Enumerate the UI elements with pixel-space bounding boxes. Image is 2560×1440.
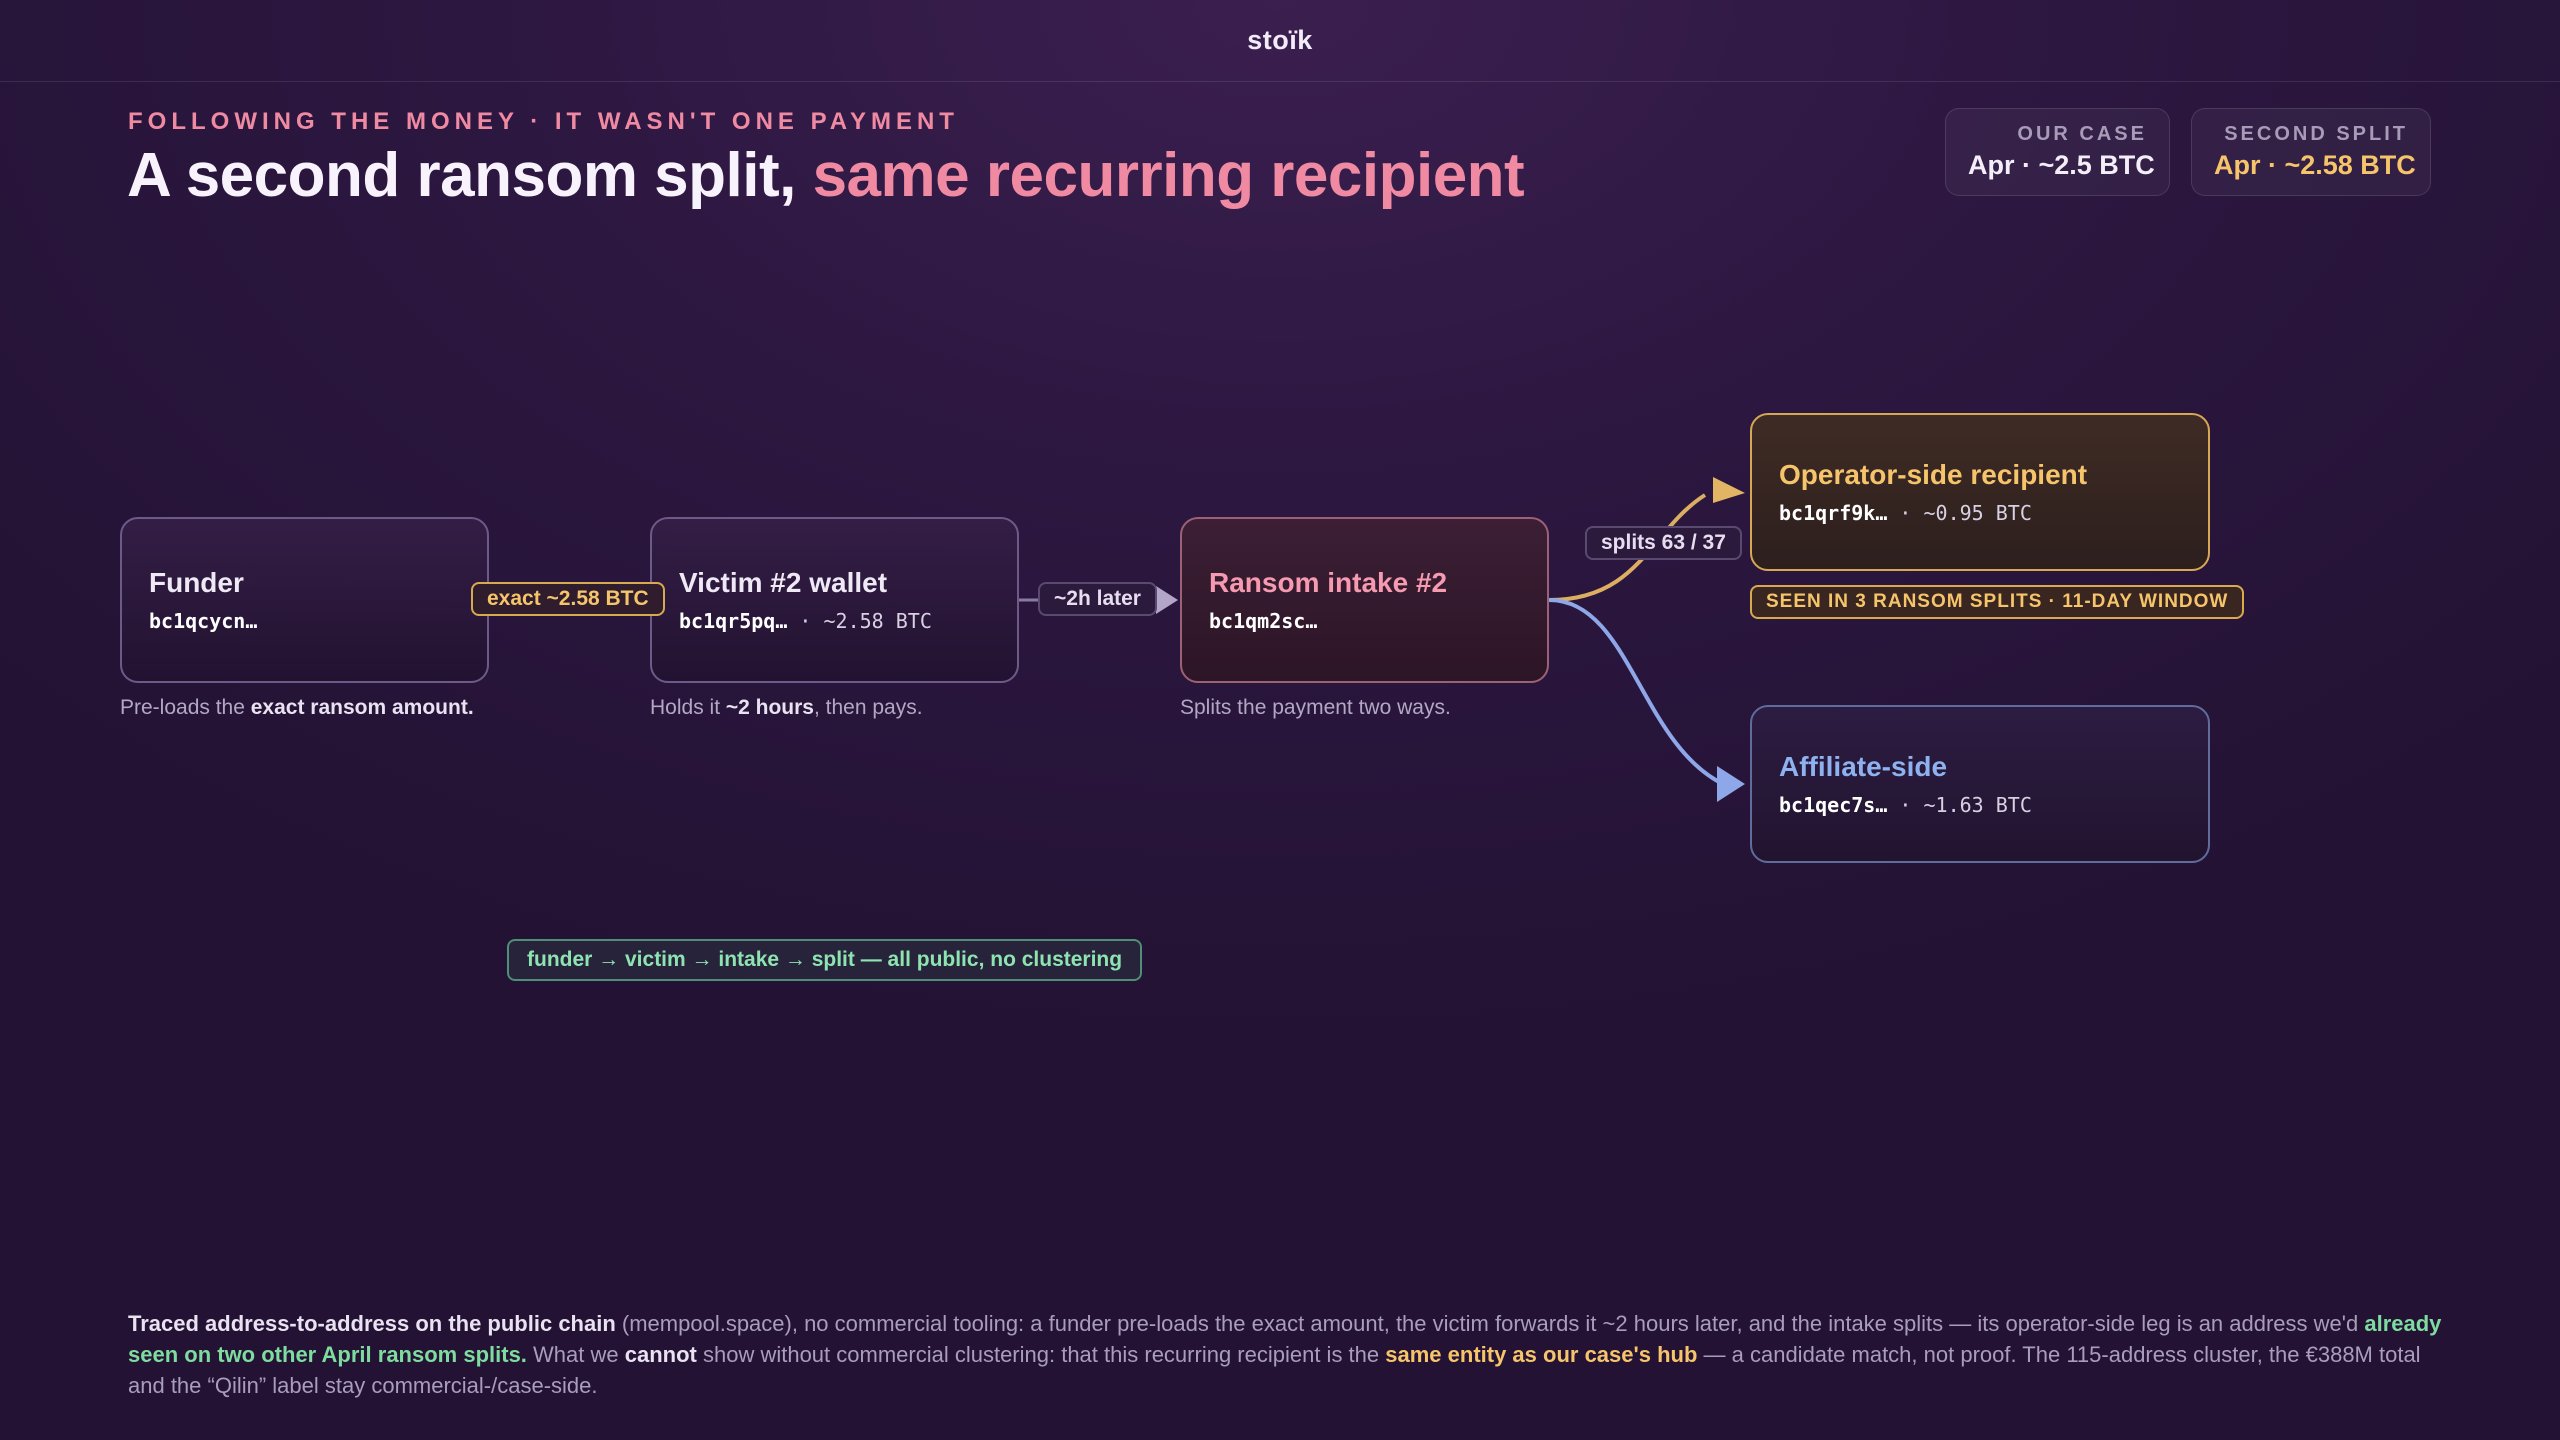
node-title: Affiliate-side bbox=[1779, 751, 1948, 782]
node-operator-recipient[interactable]: Operator-side recipient bc1qrf9k… · ~0.9… bbox=[1750, 413, 2210, 571]
node-address: bc1qec7s… · ~1.63 BTC bbox=[1779, 793, 2032, 817]
footer-note: Traced address-to-address on the public … bbox=[128, 1311, 2442, 1398]
caption-intake: Splits the payment two ways. bbox=[1180, 696, 1451, 719]
node-address: bc1qrf9k… · ~0.95 BTC bbox=[1779, 501, 2032, 525]
edge-label-time: ~2h later bbox=[1038, 582, 1157, 616]
seen-badge: SEEN IN 3 RANSOM SPLITS · 11-DAY WINDOW bbox=[1750, 585, 2245, 619]
node-address: bc1qcycn… bbox=[149, 609, 258, 633]
caption-funder: Pre-loads the exact ransom amount. bbox=[120, 696, 474, 719]
edge-label-split: splits 63 / 37 bbox=[1585, 526, 1742, 560]
node-ransom-intake[interactable]: Ransom intake #2 bc1qm2sc… bbox=[1180, 517, 1549, 683]
arrow-operator-icon bbox=[1713, 477, 1745, 503]
node-title: Victim #2 wallet bbox=[679, 567, 888, 598]
node-title: Ransom intake #2 bbox=[1209, 567, 1448, 598]
node-address: bc1qr5pq… · ~2.58 BTC bbox=[679, 609, 932, 633]
chain-badge: funder → victim → intake → split — all p… bbox=[507, 939, 1143, 981]
node-victim-wallet[interactable]: Victim #2 wallet bc1qr5pq… · ~2.58 BTC bbox=[650, 517, 1019, 683]
node-affiliate-side[interactable]: Affiliate-side bc1qec7s… · ~1.63 BTC bbox=[1750, 705, 2210, 863]
arrow-affiliate-icon bbox=[1717, 766, 1745, 802]
node-title: Operator-side recipient bbox=[1779, 459, 2088, 490]
caption-victim: Holds it ~2 hours, then pays. bbox=[650, 696, 923, 719]
node-address: bc1qm2sc… bbox=[1209, 609, 1318, 633]
edge-intake-affiliate bbox=[1548, 598, 1726, 787]
node-title: Funder bbox=[149, 567, 244, 598]
arrow-intake-icon bbox=[1156, 586, 1178, 614]
edge-label-exact-amount: exact ~2.58 BTC bbox=[471, 582, 665, 616]
node-funder[interactable]: Funder bc1qcycn… bbox=[120, 517, 489, 683]
